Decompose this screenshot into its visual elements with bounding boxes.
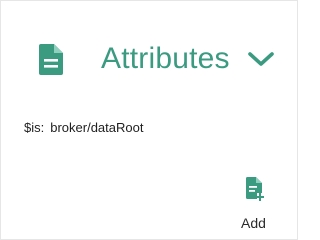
is-attribute-key: $is:	[24, 120, 45, 135]
is-attribute-row: $is: broker/dataRoot	[24, 120, 143, 136]
add-attribute-button[interactable]: Add	[237, 177, 277, 233]
document-icon	[39, 43, 63, 75]
is-attribute-value: broker/dataRoot	[50, 120, 144, 135]
chevron-down-icon[interactable]	[247, 49, 275, 69]
panel-header[interactable]: Attributes	[39, 39, 275, 79]
add-document-icon	[246, 177, 264, 201]
attributes-panel: Attributes $is: broker/dataRoot Add	[0, 0, 298, 240]
add-button-label: Add	[241, 215, 266, 231]
panel-title: Attributes	[101, 42, 230, 75]
